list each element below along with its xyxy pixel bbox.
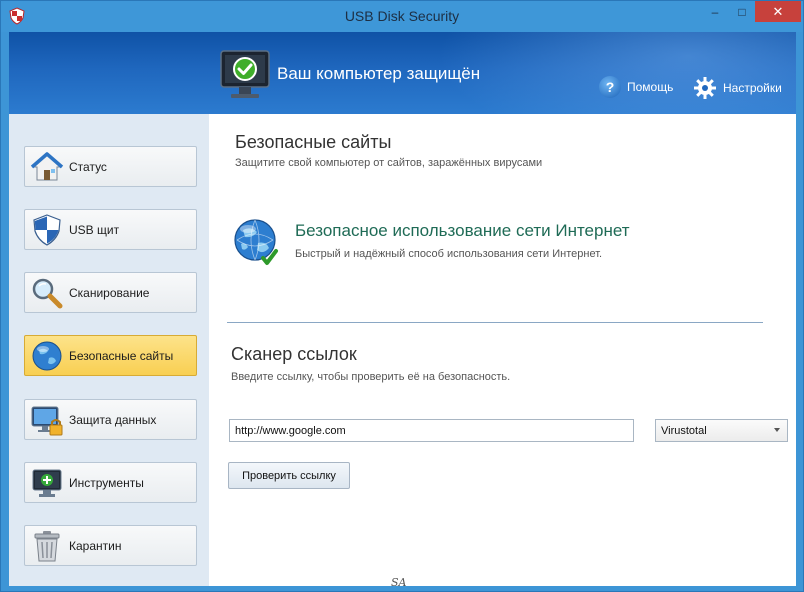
help-label: Помощь: [627, 80, 674, 94]
sidebar-item-tools[interactable]: Инструменты: [24, 462, 197, 503]
feature-description: Быстрый и надёжный способ использования …: [295, 248, 603, 260]
sidebar-item-label: Безопасные сайты: [69, 348, 174, 363]
status-header: Ваш компьютер защищён ? Помощь Настройки: [9, 32, 796, 114]
close-button[interactable]: ✕: [755, 1, 801, 22]
help-link[interactable]: ? Помощь: [599, 76, 673, 98]
settings-label: Настройки: [723, 81, 782, 95]
page-title: Безопасные сайты: [235, 132, 392, 152]
page-subtitle: Защитите свой компьютер от сайтов, зараж…: [235, 157, 543, 169]
title-bar[interactable]: USB Disk Security – □ ✕: [1, 1, 803, 32]
scanner-title: Сканер ссылок: [231, 344, 357, 364]
scanner-subtitle: Введите ссылку, чтобы проверить её на бе…: [231, 371, 511, 383]
scan-engine-select[interactable]: Virustotal: [655, 419, 788, 442]
sidebar-item-label: Статус: [69, 159, 107, 174]
protected-monitor-icon: [220, 50, 270, 98]
sidebar: Статус USB щит Сканирование Безопасные с…: [9, 114, 209, 586]
tools-monitor-icon: [32, 469, 62, 497]
magnifier-icon: [32, 278, 63, 308]
section-divider: [227, 322, 763, 323]
trash-icon: [34, 530, 60, 561]
watermark: SA: [391, 576, 407, 589]
sidebar-item-scan[interactable]: Сканирование: [24, 272, 197, 313]
minimize-button[interactable]: –: [701, 1, 729, 22]
settings-link[interactable]: Настройки: [693, 76, 782, 100]
gear-icon: [694, 77, 716, 99]
sidebar-item-label: USB щит: [69, 222, 120, 237]
main-panel: Безопасные сайты Защитите свой компьютер…: [209, 114, 796, 586]
globe-icon: [32, 341, 62, 370]
sidebar-item-usb-shield[interactable]: USB щит: [24, 209, 197, 250]
question-icon: ?: [599, 76, 621, 98]
scan-engine-value: Virustotal: [661, 424, 707, 437]
feature-title: Безопасное использование сети Интернет: [295, 221, 630, 240]
sidebar-item-quarantine[interactable]: Карантин: [24, 525, 197, 566]
monitor-lock-icon: [31, 406, 63, 435]
maximize-button[interactable]: □: [728, 1, 756, 22]
sidebar-item-label: Карантин: [69, 538, 122, 553]
sidebar-item-safe-sites[interactable]: Безопасные сайты: [24, 335, 197, 376]
chevron-down-icon: [774, 428, 780, 432]
window-title: USB Disk Security: [344, 8, 460, 24]
sidebar-item-label: Инструменты: [69, 475, 144, 490]
sidebar-item-status[interactable]: Статус: [24, 146, 197, 187]
safe-globe-icon: [234, 219, 278, 265]
sidebar-item-data-protection[interactable]: Защита данных: [24, 399, 197, 440]
protection-status: Ваш компьютер защищён: [277, 64, 481, 83]
sidebar-item-label: Сканирование: [69, 285, 150, 300]
house-icon: [30, 151, 64, 180]
app-window: USB Disk Security – □ ✕ Ваш компьютер за…: [0, 0, 804, 592]
shield-icon: [33, 213, 61, 246]
url-input[interactable]: [229, 419, 634, 442]
check-link-button[interactable]: Проверить ссылку: [228, 462, 350, 489]
sidebar-item-label: Защита данных: [69, 412, 157, 427]
